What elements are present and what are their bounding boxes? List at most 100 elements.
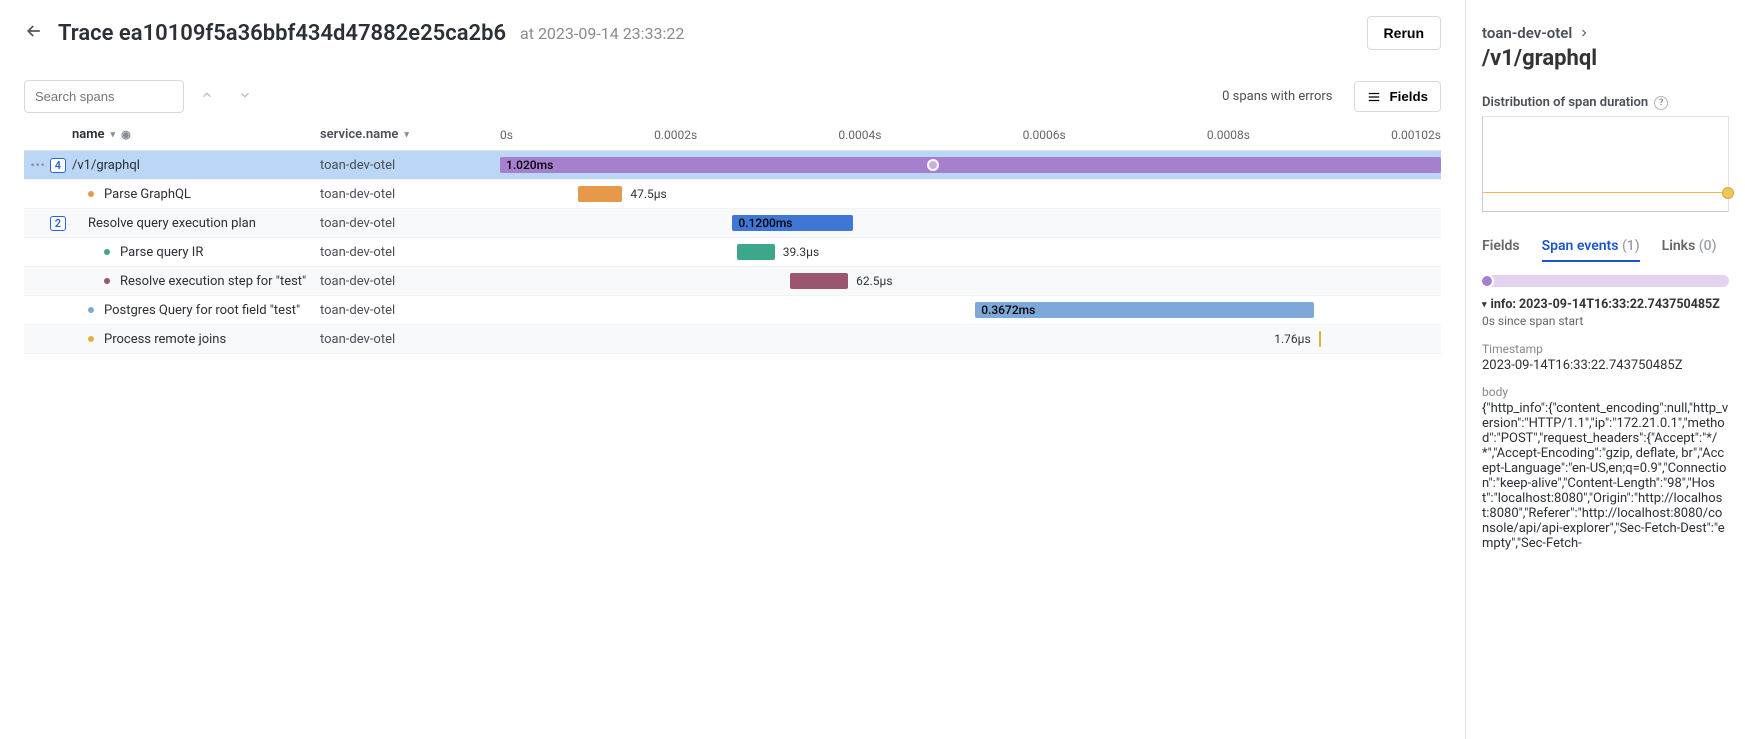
span-service: toan-dev-otel: [320, 216, 500, 231]
span-bar[interactable]: [790, 273, 848, 289]
span-bar-area[interactable]: 62.5µs: [500, 267, 1441, 295]
chevron-down-icon: ▾: [404, 130, 409, 140]
span-row[interactable]: Parse GraphQLtoan-dev-otel 47.5µs: [24, 180, 1441, 209]
tick-label: 0.0008s: [1207, 128, 1250, 142]
tick-label: 0.0006s: [1023, 128, 1066, 142]
span-bar-area[interactable]: 0.3672ms: [500, 296, 1441, 324]
col-name[interactable]: name ▾ ◉: [72, 127, 320, 142]
col-service[interactable]: service.name ▾: [320, 127, 500, 142]
span-rows: •••4/v1/graphqltoan-dev-otel1.020msParse…: [24, 151, 1441, 354]
span-bar[interactable]: [578, 186, 622, 202]
span-name: Postgres Query for root field "test": [72, 303, 320, 318]
search-input[interactable]: [24, 80, 184, 113]
body-label: body: [1482, 385, 1729, 399]
span-duration-label: 47.5µs: [622, 187, 666, 201]
help-icon[interactable]: ?: [1654, 96, 1668, 110]
fields-button-label: Fields: [1389, 89, 1428, 104]
span-service: toan-dev-otel: [320, 187, 500, 202]
trace-header: Trace ea10109f5a36bbf434d47882e25ca2b6 a…: [24, 16, 1441, 50]
event-title[interactable]: ▾ info: 2023-09-14T16:33:22.743750485Z: [1482, 297, 1729, 312]
span-name: Process remote joins: [72, 332, 320, 347]
tab-links[interactable]: Links (0): [1662, 232, 1717, 262]
tab-span-events[interactable]: Span events (1): [1542, 232, 1640, 262]
span-name: Parse query IR: [72, 245, 320, 260]
duration-chart[interactable]: [1482, 116, 1729, 212]
span-color-dot: [88, 336, 94, 342]
row-menu-icon[interactable]: •••: [31, 158, 46, 172]
event-marker-icon: [927, 159, 939, 171]
detail-tabs: Fields Span events (1) Links (0): [1482, 232, 1729, 263]
tick-label: 0.00102s: [1391, 128, 1441, 142]
event-timeline[interactable]: [1482, 275, 1729, 287]
span-row[interactable]: Postgres Query for root field "test"toan…: [24, 296, 1441, 325]
span-row[interactable]: Process remote joinstoan-dev-otel 1.76µs: [24, 325, 1441, 354]
tab-fields[interactable]: Fields: [1482, 232, 1520, 262]
span-color-dot: [88, 191, 94, 197]
fields-button[interactable]: Fields: [1354, 81, 1441, 112]
prev-match-button[interactable]: [192, 82, 222, 112]
span-bar-area[interactable]: 0.1200ms: [500, 209, 1441, 237]
col-service-label: service.name: [320, 127, 398, 142]
breadcrumb[interactable]: toan-dev-otel: [1482, 24, 1729, 42]
tick-label: 0.0004s: [838, 128, 881, 142]
span-service: toan-dev-otel: [320, 303, 500, 318]
span-name: Resolve query execution plan: [72, 216, 320, 231]
span-bar-area[interactable]: 39.3µs: [500, 238, 1441, 266]
trace-title: Trace ea10109f5a36bbf434d47882e25ca2b6: [58, 21, 506, 46]
span-service: toan-dev-otel: [320, 158, 500, 173]
span-duration-label: 1.76µs: [1274, 332, 1318, 346]
span-bar-area[interactable]: 47.5µs: [500, 180, 1441, 208]
rerun-button[interactable]: Rerun: [1367, 16, 1441, 50]
span-service: toan-dev-otel: [320, 274, 500, 289]
span-row[interactable]: Resolve execution step for "test"toan-de…: [24, 267, 1441, 296]
trace-main: Trace ea10109f5a36bbf434d47882e25ca2b6 a…: [0, 0, 1465, 739]
time-axis: 0s 0.0002s 0.0004s 0.0006s 0.0008s 0.00102s: [500, 128, 1441, 142]
trace-timestamp: at 2023-09-14 23:33:22: [520, 24, 684, 43]
span-row[interactable]: 2 Resolve query execution plantoan-dev-ot…: [24, 209, 1441, 238]
tick-label: 0.0002s: [654, 128, 697, 142]
ts-value: 2023-09-14T16:33:22.743750485Z: [1482, 358, 1729, 373]
dist-heading: Distribution of span duration ?: [1482, 95, 1729, 110]
span-bar[interactable]: 1.020ms: [500, 157, 1441, 173]
sort-icon: ◉: [121, 128, 131, 141]
event-subtitle: 0s since span start: [1482, 314, 1729, 328]
tick-label: 0s: [500, 128, 513, 142]
chart-point: [1722, 187, 1734, 199]
back-arrow-icon[interactable]: [24, 21, 44, 45]
caret-down-icon: ▾: [1482, 300, 1487, 310]
ts-label: Timestamp: [1482, 342, 1729, 356]
span-service: toan-dev-otel: [320, 332, 500, 347]
span-bar[interactable]: [1319, 331, 1322, 347]
span-bar[interactable]: 0.3672ms: [975, 302, 1314, 318]
span-row[interactable]: Parse query IRtoan-dev-otel39.3µs: [24, 238, 1441, 267]
chevron-right-icon: [1578, 27, 1590, 39]
span-duration-label: 0.3672ms: [975, 303, 1041, 317]
next-match-button[interactable]: [230, 82, 260, 112]
span-bar-area[interactable]: 1.020ms: [500, 151, 1441, 179]
span-color-dot: [88, 307, 94, 313]
child-count-badge[interactable]: 4: [50, 158, 66, 173]
child-count-badge[interactable]: 2: [50, 216, 66, 231]
span-bar-area[interactable]: 1.76µs: [500, 325, 1441, 353]
span-title: /v1/graphql: [1482, 46, 1729, 71]
span-bar[interactable]: 0.1200ms: [732, 215, 852, 231]
span-color-dot: [104, 249, 110, 255]
col-name-label: name: [72, 127, 105, 142]
span-duration-label: 1.020ms: [500, 158, 559, 172]
span-row[interactable]: ••• 4/v1/graphqltoan-dev-otel1.020ms: [24, 151, 1441, 180]
breadcrumb-label: toan-dev-otel: [1482, 24, 1572, 42]
detail-panel: toan-dev-otel /v1/graphql Distribution o…: [1465, 0, 1745, 739]
event-marker[interactable]: [1480, 274, 1494, 288]
chevron-down-icon: ▾: [111, 130, 116, 140]
span-color-dot: [104, 278, 110, 284]
error-count: 0 spans with errors: [1222, 89, 1332, 104]
span-bar[interactable]: [737, 244, 775, 260]
span-duration-label: 0.1200ms: [732, 216, 798, 230]
toolbar: 0 spans with errors Fields: [24, 80, 1441, 113]
list-icon: [1367, 90, 1381, 104]
span-name: Parse GraphQL: [72, 187, 320, 202]
span-name: /v1/graphql: [72, 158, 320, 173]
column-headers: name ▾ ◉ service.name ▾ 0s 0.0002s 0.0004s…: [24, 121, 1441, 151]
span-name: Resolve execution step for "test": [72, 274, 320, 289]
body-value: {"http_info":{"content_encoding":null,"h…: [1482, 401, 1729, 551]
